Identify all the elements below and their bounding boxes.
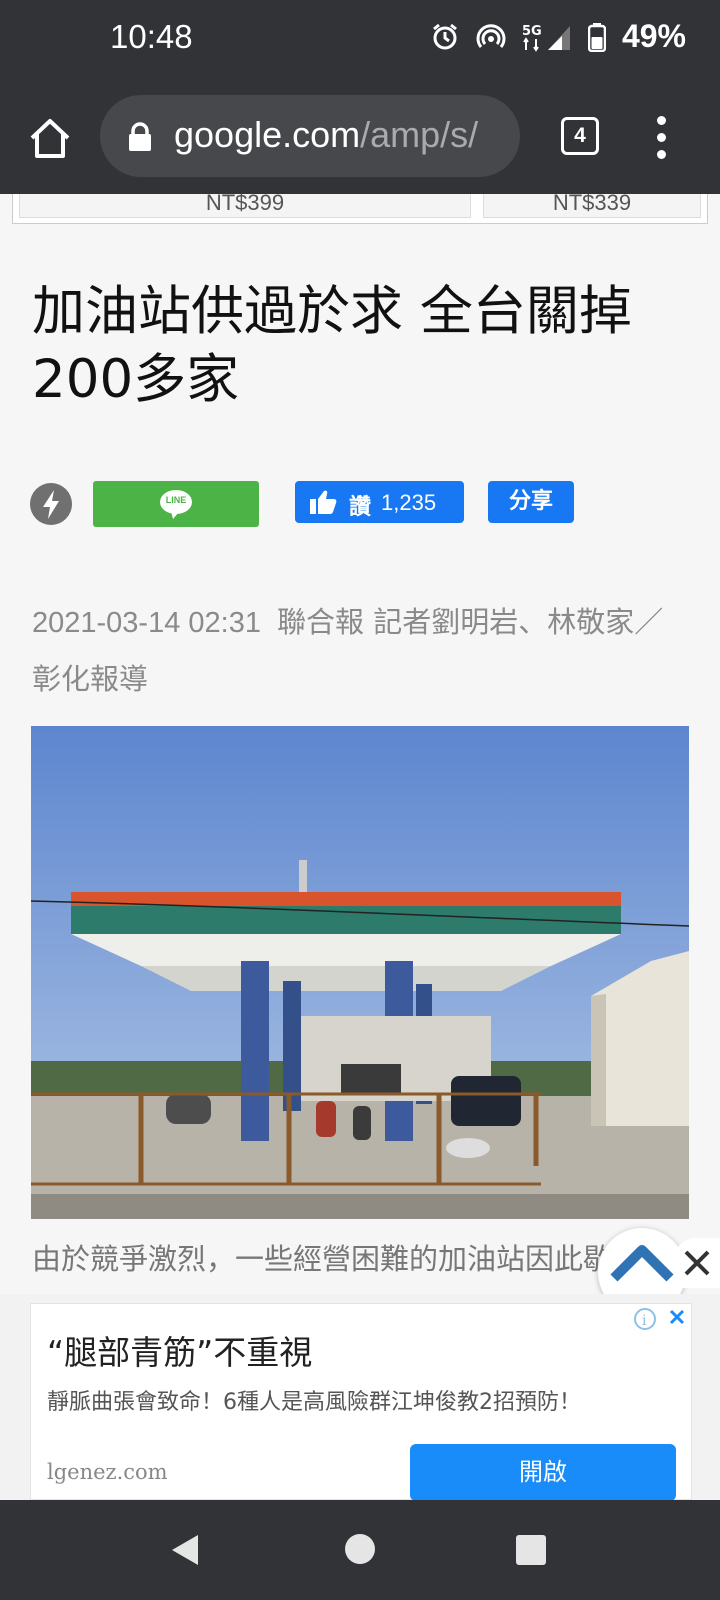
article-paragraph: 由於競爭激烈，一些經營困難的加油站因此歇 [32,1242,613,1276]
share-row: LINE 讚 1,235 分享 [30,481,690,529]
ad-description: 靜脈曲張會致命！6種人是高風險群江坤俊教2招預防！ [47,1390,581,1415]
anchor-ad-banner: i “腿部青筋”不重視 靜脈曲張會致命！6種人是高風險群江坤俊教2招預防！ lg… [0,1294,720,1501]
back-icon[interactable] [168,1532,204,1568]
svg-text:5G: 5G [522,24,542,39]
svg-text:i: i [642,1313,647,1329]
address-bar[interactable]: google.com/amp/s/ [100,95,520,177]
lock-icon [129,122,151,151]
adchoices-icon[interactable]: i [633,1304,693,1334]
publish-date: 2021-03-14 02:31 [32,607,261,639]
close-anchor-ad-button[interactable] [674,1238,720,1288]
ad-domain: lgenez.com [47,1460,168,1484]
top-ad-strip[interactable]: NT$399 NT$339 [12,194,708,224]
ad-title: “腿部青筋”不重視 [47,1333,313,1372]
hotspot-icon [476,23,506,48]
url-path: /amp/s/ [360,114,479,155]
battery-percent: 49% [621,18,686,54]
line-logo-text: LINE [165,495,187,505]
article-headline: 加油站供過於求 全台關掉200多家 [32,281,632,410]
battery-icon [587,22,606,52]
facebook-like-button[interactable]: 讚 1,235 [295,481,464,523]
article-photo [31,726,689,1219]
system-nav-bar [0,1500,720,1600]
status-icons: 5G 49% [430,18,686,55]
amp-lightning-icon [30,483,72,525]
facebook-share-button[interactable]: 分享 [488,481,574,523]
thumbs-up-icon [310,490,337,514]
like-label: 讚 [349,495,372,520]
overflow-menu-icon[interactable] [652,116,672,160]
tab-switcher-button[interactable]: 4 [561,117,599,155]
ad-open-button[interactable]: 開啟 [410,1444,676,1501]
home-circle-icon[interactable] [344,1533,376,1565]
ad-price-left[interactable]: NT$399 [19,194,471,218]
like-count: 1,235 [381,490,437,515]
recents-icon[interactable] [515,1534,547,1566]
home-icon[interactable] [28,116,72,160]
line-share-button[interactable]: LINE [93,481,259,527]
url-text: google.com/amp/s/ [174,114,478,156]
url-host: google.com [174,114,361,155]
line-logo-icon: LINE [159,489,193,519]
ad-card[interactable]: i “腿部青筋”不重視 靜脈曲張會致命！6種人是高風險群江坤俊教2招預防！ lg… [30,1303,693,1501]
ad-price-right[interactable]: NT$339 [483,194,701,218]
status-time: 10:48 [110,18,193,55]
browser-toolbar: google.com/amp/s/ 4 [0,80,720,194]
article-byline: 2021-03-14 02:31 聯合報 記者劉明岩、林敬家／彰化報導 [32,594,692,707]
alarm-icon [433,23,457,49]
signal-5g-icon: 5G [522,24,570,52]
status-bar: 10:48 5G 49% [0,0,720,80]
